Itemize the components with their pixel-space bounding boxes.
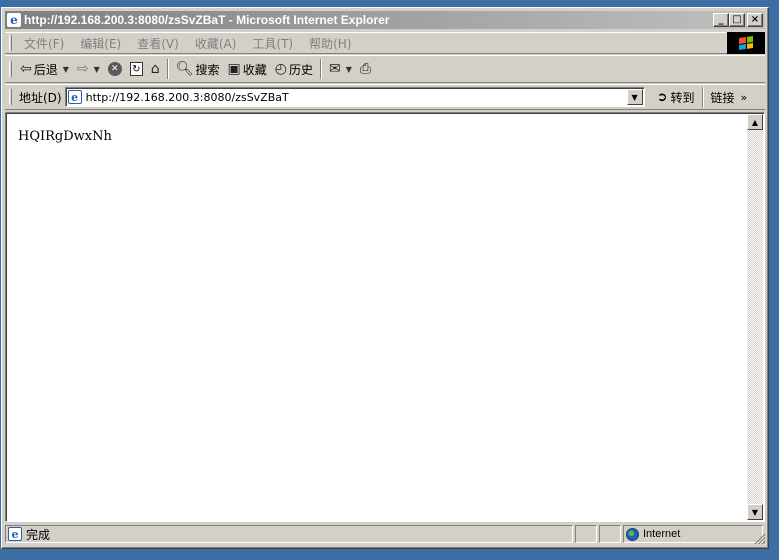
menu-grip[interactable] bbox=[9, 35, 12, 51]
go-button[interactable]: ➲ 转到 bbox=[653, 89, 699, 106]
window-title: http://192.168.200.3:8080/zsSvZBaT - Mic… bbox=[24, 13, 390, 27]
favorites-label: 收藏 bbox=[242, 62, 267, 77]
address-dropdown-button[interactable]: ▼ bbox=[626, 89, 643, 105]
links-button[interactable]: 链接 » bbox=[710, 89, 748, 106]
links-label: 链接 bbox=[710, 90, 735, 105]
search-label: 搜索 bbox=[195, 62, 220, 77]
status-zone-pane: Internet bbox=[623, 525, 763, 543]
menu-view[interactable]: 查看(V) bbox=[129, 35, 187, 52]
favorites-icon: ▣ bbox=[227, 61, 241, 77]
page-viewport[interactable]: HQIRgDwxNh ▲ ▼ bbox=[5, 112, 765, 522]
back-button[interactable]: ⇦ 后退 ▼ bbox=[16, 58, 73, 80]
favorites-button[interactable]: ▣ 收藏 bbox=[223, 58, 270, 80]
history-button[interactable]: ◴ 历史 bbox=[271, 58, 317, 80]
mail-button[interactable]: ✉ ▼ bbox=[325, 58, 356, 80]
menu-bar: 文件(F) 编辑(E) 查看(V) 收藏(A) 工具(T) 帮助(H) bbox=[5, 32, 765, 54]
menu-favorites[interactable]: 收藏(A) bbox=[187, 35, 245, 52]
stop-icon: ✕ bbox=[107, 62, 122, 76]
history-label: 历史 bbox=[288, 62, 313, 77]
maximize-button[interactable]: □ bbox=[729, 13, 745, 27]
toolbar-separator bbox=[319, 59, 322, 79]
mail-dropdown-icon[interactable]: ▼ bbox=[346, 65, 352, 74]
back-dropdown-icon[interactable]: ▼ bbox=[63, 65, 69, 74]
address-label: 地址(D) bbox=[19, 90, 62, 105]
chevron-right-icon: » bbox=[740, 90, 748, 104]
go-label: 转到 bbox=[670, 90, 695, 105]
globe-icon bbox=[626, 527, 639, 541]
address-input[interactable] bbox=[85, 89, 627, 105]
toolbar-separator bbox=[166, 59, 169, 79]
menu-help[interactable]: 帮助(H) bbox=[301, 35, 359, 52]
title-bar[interactable]: e http://192.168.200.3:8080/zsSvZBaT - M… bbox=[5, 11, 765, 29]
scroll-up-button[interactable]: ▲ bbox=[747, 114, 763, 130]
status-bar: e 完成 Internet bbox=[5, 524, 765, 544]
status-text: 完成 bbox=[26, 527, 51, 542]
address-grip[interactable] bbox=[9, 89, 12, 105]
status-progress-pane bbox=[575, 525, 597, 543]
home-button[interactable]: ⌂ bbox=[147, 58, 164, 80]
address-bar: 地址(D) e ▼ ➲ 转到 链接 » bbox=[5, 84, 765, 110]
status-security-pane bbox=[599, 525, 621, 543]
go-arrow-icon: ➲ bbox=[656, 89, 668, 105]
print-icon: ⎙ bbox=[359, 61, 372, 77]
window-controls: _ □ × bbox=[713, 13, 763, 27]
zone-label: Internet bbox=[643, 528, 681, 540]
menu-edit[interactable]: 编辑(E) bbox=[72, 35, 129, 52]
stop-button[interactable]: ✕ bbox=[104, 58, 126, 80]
mail-icon: ✉ bbox=[328, 61, 341, 77]
resize-grip[interactable] bbox=[753, 532, 765, 544]
toolbar-grip[interactable] bbox=[9, 61, 12, 77]
ie-icon: e bbox=[7, 13, 21, 27]
windows-flag-icon bbox=[739, 36, 753, 50]
page-icon: e bbox=[67, 90, 82, 104]
address-field[interactable]: e ▼ bbox=[64, 87, 645, 107]
forward-button[interactable]: ⇨ ▼ bbox=[73, 58, 104, 80]
home-icon: ⌂ bbox=[150, 61, 160, 77]
status-main-pane: e 完成 bbox=[5, 525, 573, 543]
forward-dropdown-icon[interactable]: ▼ bbox=[94, 65, 100, 74]
menu-file[interactable]: 文件(F) bbox=[16, 35, 72, 52]
minimize-button[interactable]: _ bbox=[713, 13, 729, 27]
scroll-down-button[interactable]: ▼ bbox=[747, 504, 763, 520]
back-arrow-icon: ⇦ bbox=[20, 61, 32, 77]
browser-window: e http://192.168.200.3:8080/zsSvZBaT - M… bbox=[1, 7, 769, 549]
windows-logo bbox=[727, 32, 765, 54]
search-button[interactable]: 🔍︎ 搜索 bbox=[172, 58, 224, 80]
back-label: 后退 bbox=[33, 62, 58, 77]
refresh-icon: ↻ bbox=[129, 62, 143, 76]
print-button[interactable]: ⎙ bbox=[356, 58, 375, 80]
vertical-scrollbar[interactable]: ▲ ▼ bbox=[747, 114, 763, 520]
page-content-text: HQIRgDwxNh bbox=[18, 129, 112, 144]
search-icon: 🔍︎ bbox=[175, 61, 194, 77]
page-status-icon: e bbox=[8, 527, 22, 541]
menu-tools[interactable]: 工具(T) bbox=[244, 35, 301, 52]
address-separator bbox=[701, 87, 704, 107]
refresh-button[interactable]: ↻ bbox=[126, 58, 147, 80]
close-button[interactable]: × bbox=[747, 13, 763, 27]
standard-toolbar: ⇦ 后退 ▼ ⇨ ▼ ✕ ↻ ⌂ 🔍︎ 搜索 ▣ 收藏 ◴ 历史 ✉ ▼ ⎙ bbox=[5, 55, 765, 83]
forward-arrow-icon: ⇨ bbox=[76, 61, 89, 77]
history-icon: ◴ bbox=[274, 61, 287, 77]
